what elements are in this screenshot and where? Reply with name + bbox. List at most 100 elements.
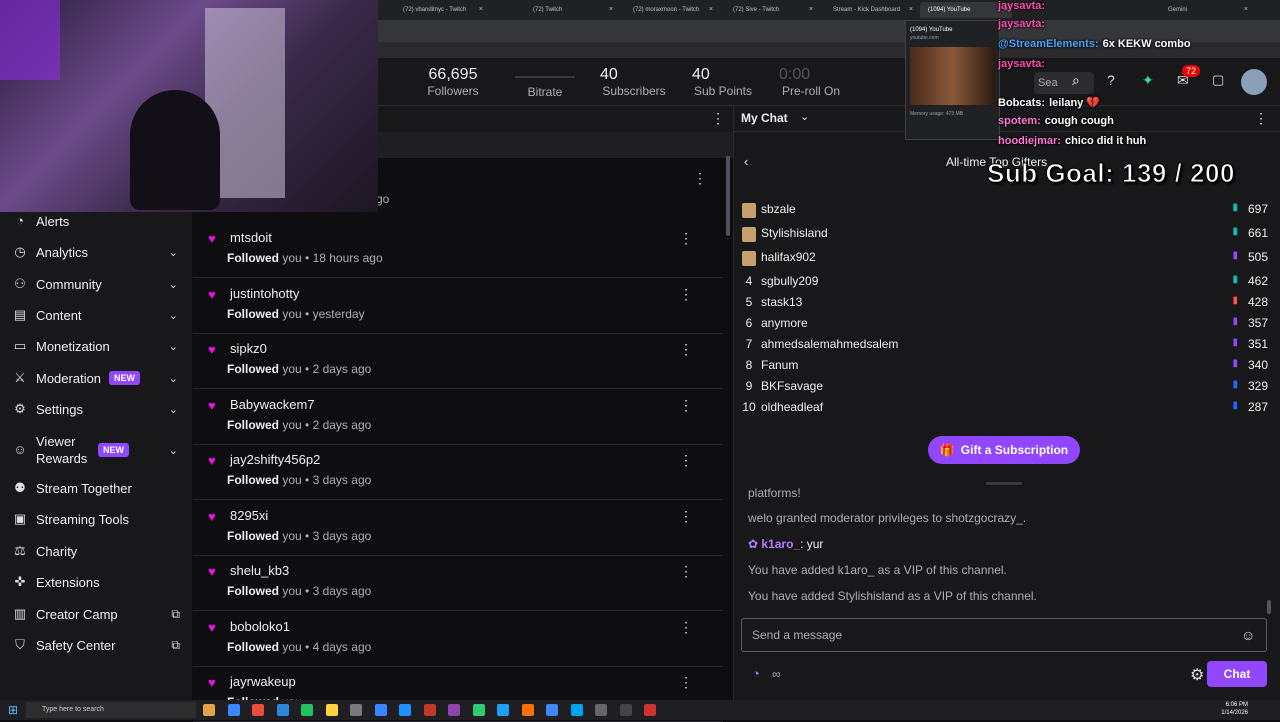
top-gifter-row[interactable]: sbzale ▮ 697 xyxy=(742,202,1272,222)
close-icon[interactable]: × xyxy=(609,2,613,18)
taskbar-app-icon[interactable] xyxy=(619,704,632,716)
bitrate-stat[interactable]: Bitrate xyxy=(505,66,585,99)
follower-name[interactable]: jayrwakeup xyxy=(230,674,296,689)
taskbar-app-icon[interactable] xyxy=(350,704,362,716)
browser-tab[interactable]: (72) Sive - Twitch × xyxy=(725,2,817,18)
taskbar-search-input[interactable]: Type here to search xyxy=(26,702,196,718)
follower-name[interactable]: boboloko1 xyxy=(230,619,290,634)
kebab-menu-icon[interactable]: ⋮ xyxy=(679,674,693,691)
top-gifter-row[interactable]: 10 oldheadleaf ▮ 287 xyxy=(742,400,1272,420)
follower-name[interactable]: sipkz0 xyxy=(230,341,267,356)
chat-username[interactable]: k1aro_ xyxy=(761,537,800,551)
sidebar-item-safety-center[interactable]: ⛉ Safety Center ⧉ xyxy=(0,631,192,659)
sidebar-item-analytics[interactable]: ◷ Analytics ⌄ xyxy=(0,238,192,266)
top-gifter-row[interactable]: 7 ahmedsalemahmedsalem ▮ 351 xyxy=(742,337,1272,357)
taskbar-app-icon[interactable] xyxy=(325,704,338,716)
subscribers-stat[interactable]: 40 Subscribers xyxy=(598,66,670,98)
feed-menu-icon[interactable]: ⋮ xyxy=(711,110,725,127)
top-gifter-row[interactable]: 5 stask13 ▮ 428 xyxy=(742,295,1272,315)
kebab-menu-icon[interactable]: ⋮ xyxy=(679,286,693,303)
taskbar-app-icon[interactable] xyxy=(546,704,558,716)
taskbar-app-icon[interactable] xyxy=(374,704,387,716)
close-icon[interactable]: × xyxy=(479,2,483,18)
follow-event-item[interactable]: ♥ Babywackem7 Followed you • 2 days ago ⋮ xyxy=(193,390,723,445)
followers-stat[interactable]: 66,695 Followers xyxy=(420,66,486,98)
chat-send-button[interactable]: Chat xyxy=(1207,661,1267,687)
preroll-stat[interactable]: 0:00 Pre-roll On xyxy=(775,66,847,98)
browser-tab[interactable]: Stream - Kick Dashboard × xyxy=(825,2,917,18)
taskbar-app-icon[interactable] xyxy=(472,704,485,716)
taskbar-app-icon[interactable] xyxy=(570,704,583,716)
follow-event-item[interactable]: ♥ justintohotty Followed you • yesterday ⋮ xyxy=(193,279,723,334)
top-gifter-row[interactable]: 6 anymore ▮ 357 xyxy=(742,316,1272,336)
close-icon[interactable]: × xyxy=(809,2,813,18)
sidebar-item-streaming-tools[interactable]: ▣ Streaming Tools xyxy=(0,505,192,533)
sidebar-item-creator-camp[interactable]: ▥ Creator Camp ⧉ xyxy=(0,600,192,628)
follow-event-item[interactable]: ♥ boboloko1 Followed you • 4 days ago ⋮ xyxy=(193,612,723,667)
taskbar-app-icon[interactable] xyxy=(423,704,436,716)
chat-gear-icon[interactable]: ⚙ xyxy=(1190,665,1204,685)
kebab-menu-icon[interactable]: ⋮ xyxy=(679,230,693,247)
follow-event-item[interactable]: ♥ shelu_kb3 Followed you • 3 days ago ⋮ xyxy=(193,556,723,611)
chat-title[interactable]: My Chat xyxy=(741,111,788,125)
sidebar-item-moderation[interactable]: ⚔ Moderation NEW ⌄ xyxy=(0,364,192,392)
kebab-menu-icon[interactable]: ⋮ xyxy=(679,397,693,414)
follow-event-item[interactable]: ♥ sipkz0 Followed you • 2 days ago ⋮ xyxy=(193,334,723,389)
kebab-menu-icon[interactable]: ⋮ xyxy=(679,452,693,469)
taskbar-app-icon[interactable] xyxy=(301,704,313,716)
browser-tab[interactable]: (72) Twitch × xyxy=(525,2,617,18)
taskbar-clock[interactable]: 6:06 PM 1/14/2026 xyxy=(1218,701,1248,717)
follow-event-item[interactable]: ♥ mtsdoit Followed you • 18 hours ago ⋮ xyxy=(193,223,723,278)
follower-name[interactable]: 8295xi xyxy=(230,508,268,523)
feed-scrollbar[interactable] xyxy=(726,156,730,236)
follow-event-item[interactable]: ♥ 8295xi Followed you • 3 days ago ⋮ xyxy=(193,501,723,556)
close-icon[interactable]: × xyxy=(709,2,713,18)
sidebar-item-community[interactable]: ⚇ Community ⌄ xyxy=(0,270,192,298)
taskbar-app-icon[interactable] xyxy=(252,704,264,716)
chevron-down-icon[interactable]: ⌄ xyxy=(800,110,809,123)
chat-scrollbar[interactable] xyxy=(1267,600,1271,614)
sidebar-item-extensions[interactable]: ✜ Extensions xyxy=(0,568,192,596)
sidebar-item-stream-together[interactable]: ⚉ Stream Together xyxy=(0,474,192,502)
follower-name[interactable]: Babywackem7 xyxy=(230,397,315,412)
top-gifter-row[interactable]: halifax902 ▮ 505 xyxy=(742,250,1272,270)
top-gifter-row[interactable]: 8 Fanum ▮ 340 xyxy=(742,358,1272,378)
sidebar-item-content[interactable]: ▤ Content ⌄ xyxy=(0,301,192,329)
sidebar-item-viewer-rewards[interactable]: ☺ Viewer Rewards NEW ⌄ xyxy=(0,432,192,468)
drag-handle[interactable] xyxy=(986,482,1022,485)
taskbar-app-icon[interactable] xyxy=(203,704,215,716)
top-gifter-row[interactable]: 4 sgbully209 ▮ 462 xyxy=(742,274,1272,294)
kebab-menu-icon[interactable]: ⋮ xyxy=(693,170,707,187)
kebab-menu-icon[interactable]: ⋮ xyxy=(679,563,693,580)
chat-message-input[interactable]: Send a message xyxy=(741,618,1267,652)
gift-subscription-button[interactable]: 🎁 Gift a Subscription xyxy=(928,436,1080,464)
taskbar-app-icon[interactable] xyxy=(521,704,534,716)
sidebar-item-settings[interactable]: ⚙ Settings ⌄ xyxy=(0,395,192,423)
follower-name[interactable]: justintohotty xyxy=(230,286,299,301)
kebab-menu-icon[interactable]: ⋮ xyxy=(679,341,693,358)
browser-tab[interactable]: (72) moraxmoon - Twitch × xyxy=(625,2,717,18)
top-gifter-row[interactable]: Stylishisland ▮ 661 xyxy=(742,226,1272,246)
follower-name[interactable]: shelu_kb3 xyxy=(230,563,289,578)
top-gifter-row[interactable]: 9 BKFsavage ▮ 329 xyxy=(742,379,1272,399)
follower-name[interactable]: mtsdoit xyxy=(230,230,272,245)
taskbar-app-icon[interactable] xyxy=(644,704,656,716)
kebab-menu-icon[interactable]: ⋮ xyxy=(679,619,693,636)
browser-tab[interactable]: (72) vbanditnyc - Twitch × xyxy=(395,2,487,18)
windows-start-icon[interactable]: ⊞ xyxy=(8,703,18,717)
kebab-menu-icon[interactable]: ⋮ xyxy=(679,508,693,525)
back-arrow-icon[interactable]: ‹ xyxy=(744,154,748,169)
sidebar-item-monetization[interactable]: ▭ Monetization ⌄ xyxy=(0,332,192,360)
emote-icon[interactable]: ☺ xyxy=(1241,627,1255,643)
channel-points-icon[interactable]: ◔ xyxy=(752,666,760,681)
sidebar-item-charity[interactable]: ⚖ Charity xyxy=(0,537,192,565)
taskbar-app-icon[interactable] xyxy=(399,704,411,716)
taskbar-app-icon[interactable] xyxy=(497,704,509,716)
taskbar-app-icon[interactable] xyxy=(276,704,289,716)
follower-name[interactable]: jay2shifty456p2 xyxy=(230,452,320,467)
taskbar-app-icon[interactable] xyxy=(595,704,607,716)
sub-points-stat[interactable]: 40 Sub Points xyxy=(688,66,758,98)
taskbar-app-icon[interactable] xyxy=(227,704,240,716)
follow-event-item[interactable]: ♥ jay2shifty456p2 Followed you • 3 days ag… xyxy=(193,445,723,500)
taskbar-app-icon[interactable] xyxy=(448,704,460,716)
